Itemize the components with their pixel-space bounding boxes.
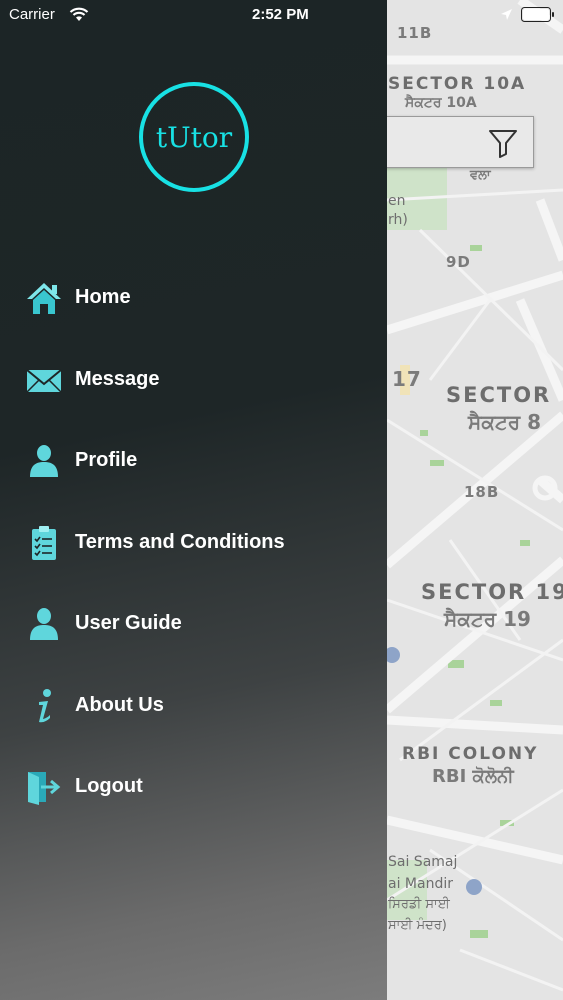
- menu-item-terms-and-conditions[interactable]: Terms and Conditions: [0, 513, 387, 573]
- envelope-icon: [26, 369, 62, 393]
- map-label-sai-samaj: Sai Samaj: [388, 854, 458, 870]
- map-label-sai-mandir-punjabi: ਸਾਈ ਮੰਦਰ): [388, 918, 447, 933]
- map-label-sector-19-punjabi: ਸੈਕਟਰ 19: [444, 607, 531, 631]
- map-label-17: 17: [392, 367, 422, 391]
- status-bar: Carrier 2:52 PM: [0, 0, 563, 30]
- user-icon: [30, 445, 58, 477]
- logout-icon: [28, 772, 61, 805]
- status-time: 2:52 PM: [252, 6, 309, 23]
- info-icon: [39, 689, 51, 723]
- map-label-sai-mandir: ai Mandir: [388, 876, 453, 892]
- filter-button[interactable]: [487, 127, 519, 159]
- map-label-rh: rh): [388, 212, 408, 228]
- menu-item-label: Profile: [75, 449, 138, 471]
- map-label-sector: SECTOR: [446, 383, 552, 407]
- map-search-bar[interactable]: [370, 116, 534, 168]
- menu-item-user-guide[interactable]: User Guide: [0, 594, 387, 654]
- wifi-icon: [69, 7, 89, 21]
- map-label-sector-10a-punjabi: ਸੈਕਟਰ 10A: [405, 95, 477, 111]
- map-label-18b: 18B: [464, 483, 500, 501]
- user-icon: [30, 608, 58, 640]
- map-label-9d: 9D: [446, 253, 471, 271]
- map-label-en: en: [388, 193, 406, 209]
- filter-icon: [489, 130, 517, 158]
- app-logo-text: tUtor: [155, 120, 233, 154]
- menu-item-home[interactable]: Home: [0, 268, 387, 328]
- map-label-sector-19: SECTOR 19: [421, 580, 563, 604]
- side-drawer: tUtor Home Message Profile Terms and Con…: [0, 0, 387, 1000]
- menu-item-about-us[interactable]: About Us: [0, 676, 387, 736]
- map-label-sai-punjabi: ਸਿਰਡੀ ਸਾਈ: [388, 897, 450, 912]
- map-label-vala: ਵਲਾ: [470, 168, 491, 183]
- menu-item-label: About Us: [75, 694, 164, 716]
- app-logo: tUtor: [139, 82, 249, 192]
- battery-icon: [521, 7, 554, 22]
- map-label-sector-punjabi: ਸੈਕਟਰ 8: [468, 410, 542, 434]
- menu-item-label: Home: [75, 286, 131, 308]
- menu-item-profile[interactable]: Profile: [0, 431, 387, 491]
- menu-item-label: Message: [75, 368, 160, 390]
- menu-item-label: Terms and Conditions: [75, 531, 285, 553]
- clipboard-checklist-icon: [32, 526, 56, 560]
- home-icon: [27, 283, 61, 314]
- menu-item-message[interactable]: Message: [0, 350, 387, 410]
- menu-item-label: User Guide: [75, 612, 182, 634]
- menu-item-label: Logout: [75, 775, 143, 797]
- map-label-rbi-colony-punjabi: RBI ਕੋਲੋਨੀ: [432, 766, 514, 787]
- map-label-sector-10a: SECTOR 10A: [388, 74, 527, 94]
- carrier-label: Carrier: [9, 6, 55, 23]
- map-label-rbi-colony: RBI COLONY: [402, 744, 539, 764]
- menu-item-logout[interactable]: Logout: [0, 757, 387, 817]
- location-arrow-icon: [501, 9, 512, 20]
